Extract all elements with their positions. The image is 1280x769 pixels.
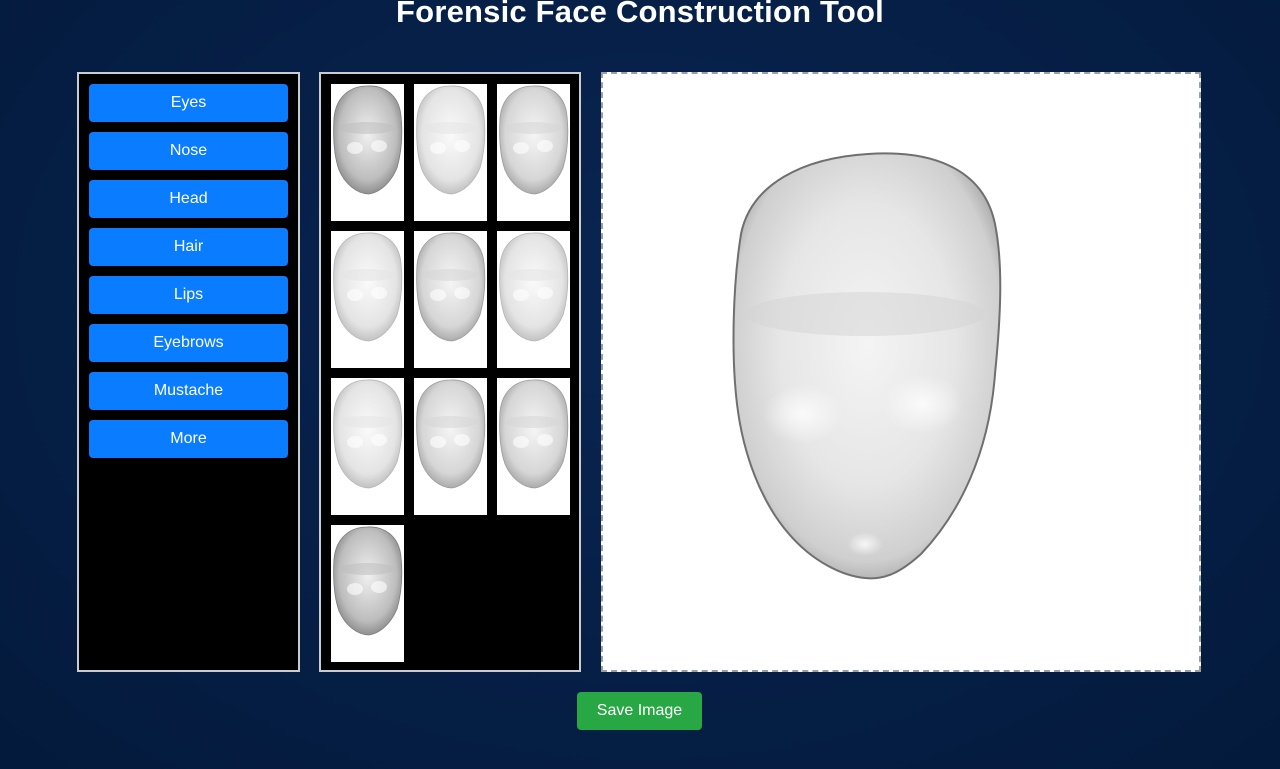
head-shape-composite	[732, 152, 1002, 580]
category-button-eyes[interactable]: Eyes	[89, 84, 288, 122]
thumbnail-panel	[319, 72, 581, 672]
head-shape-thumbnail	[499, 379, 569, 489]
right-cheek-highlight	[883, 374, 963, 434]
category-button-hair[interactable]: Hair	[89, 228, 288, 266]
left-cheek-highlight	[763, 384, 843, 444]
head-shape-thumbnail	[416, 379, 486, 489]
head-shape-thumbnail	[499, 85, 569, 195]
category-button-nose[interactable]: Nose	[89, 132, 288, 170]
category-button-mustache[interactable]: Mustache	[89, 372, 288, 410]
thumbnail-item[interactable]	[331, 525, 404, 662]
head-shape-thumbnail	[333, 232, 403, 342]
head-shape-thumbnail	[333, 85, 403, 195]
category-button-lips[interactable]: Lips	[89, 276, 288, 314]
thumbnail-item[interactable]	[497, 84, 570, 221]
page-title: Forensic Face Construction Tool	[396, 0, 884, 29]
save-image-button[interactable]: Save Image	[577, 692, 702, 730]
head-shape-thumbnail	[333, 526, 403, 636]
thumbnail-item[interactable]	[414, 231, 487, 368]
thumbnail-item[interactable]	[331, 231, 404, 368]
category-list: Eyes Nose Head Hair Lips Eyebrows Mustac…	[89, 84, 288, 468]
head-shape-thumbnail	[333, 379, 403, 489]
head-shape-thumbnail	[416, 232, 486, 342]
thumbnail-item[interactable]	[414, 378, 487, 515]
category-panel: Eyes Nose Head Hair Lips Eyebrows Mustac…	[77, 72, 300, 672]
thumbnail-item[interactable]	[414, 84, 487, 221]
thumbnail-item[interactable]	[497, 231, 570, 368]
head-outline	[732, 152, 1002, 580]
thumbnail-item[interactable]	[331, 84, 404, 221]
thumbnail-item[interactable]	[497, 378, 570, 515]
head-shape-thumbnail	[499, 232, 569, 342]
brow-shade	[745, 292, 985, 336]
category-button-more[interactable]: More	[89, 420, 288, 458]
category-button-head[interactable]: Head	[89, 180, 288, 218]
thumbnail-grid	[331, 84, 571, 662]
category-button-eyebrows[interactable]: Eyebrows	[89, 324, 288, 362]
thumbnail-item[interactable]	[331, 378, 404, 515]
face-canvas[interactable]	[601, 72, 1201, 672]
head-shape-thumbnail	[416, 85, 486, 195]
chin-highlight	[847, 532, 883, 556]
